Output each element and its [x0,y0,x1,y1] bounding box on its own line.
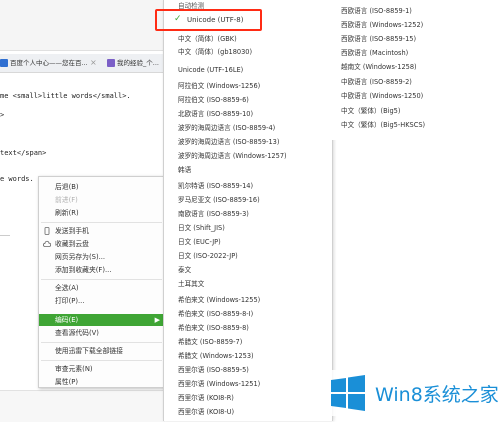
encoding-item[interactable]: 西里尔语 (KOI8-R) [178,392,234,402]
menu-item-select-all[interactable]: 全选(A) [39,282,164,294]
encoding-item[interactable]: 罗马尼亚文 (ISO-8859-16) [178,194,260,204]
windows-logo-icon [331,375,365,411]
encoding-item[interactable]: 泰文 [178,264,191,274]
divider [0,235,10,236]
encoding-item[interactable]: 越南文 (Windows-1258) [341,61,417,71]
tab-close-icon[interactable]: × [90,58,97,67]
context-menu: 后退(B) 前进(F) 刷新(R) 发送到手机 收藏到云盘 网页另存为(S)..… [38,176,165,388]
menu-item-print[interactable]: 打印(P)... [39,295,164,307]
encoding-item[interactable]: 西欧语言 (ISO-8859-15) [341,33,416,43]
tab-label: 我的经验_个... [117,59,159,67]
encoding-item[interactable]: 希腊文 (ISO-8859-7) [178,336,242,346]
menu-separator [41,360,162,361]
encoding-item[interactable]: 希伯来文 (ISO-8859-8) [178,322,249,332]
code-line: e words. [0,175,34,183]
menu-item-forward: 前进(F) [55,196,78,204]
encoding-item[interactable]: 中文（繁体）(Big5) [341,105,400,115]
menu-item-send-to-phone[interactable]: 发送到手机 [39,225,164,237]
encoding-item[interactable]: 西欧语言 (Windows-1252) [341,19,423,29]
encoding-item[interactable]: 中欧语言 (ISO-8859-2) [341,76,412,86]
encoding-item[interactable]: 中文（简体）(GBK) [178,33,237,43]
encoding-item[interactable]: 西欧语言 (ISO-8859-1) [341,5,412,15]
menu-separator [41,279,162,280]
encoding-item[interactable]: 西里尔语 (ISO-8859-5) [178,364,249,374]
menu-item-refresh[interactable]: 刷新(R) [39,207,164,219]
highlight-box [155,9,262,31]
encoding-item[interactable]: 希伯来文 (ISO-8859-8-I) [178,308,253,318]
encoding-item[interactable]: 土耳其文 [178,278,204,288]
menu-item-properties[interactable]: 属性(P) [39,376,164,388]
encoding-item[interactable]: Unicode (UTF-16LE) [178,66,243,74]
encoding-item[interactable]: 北欧语言 (ISO-8859-10) [178,108,253,118]
menu-item-inspect[interactable]: 审查元素(N) [39,363,164,375]
menu-item-view-source[interactable]: 查看源代码(V) [39,327,164,339]
chevron-right-icon: ▶ [154,316,160,324]
status-bar [0,390,165,422]
encoding-item[interactable]: 中文（简体）(gb18030) [178,46,252,56]
encoding-item[interactable]: 西里尔语 (KOI8-U) [178,406,234,416]
encoding-item[interactable]: 西里尔语 (Windows-1251) [178,378,260,388]
menu-item-encoding[interactable]: 编码(E) ▶ [39,314,164,326]
encoding-item[interactable]: 波罗的海周边语言 (ISO-8859-4) [178,122,275,132]
phone-icon [43,227,51,235]
code-line: text</span> [0,149,47,157]
encoding-item[interactable]: 西欧语言 (Macintosh) [341,47,408,57]
cloud-icon [43,240,52,248]
encoding-item[interactable]: 日文 (Shift_JIS) [178,222,225,232]
menu-item-back[interactable]: 后退(B) [39,181,164,193]
menu-separator [41,222,162,223]
tab-label: 百度个人中心——您在百... [10,59,88,67]
encoding-item[interactable]: 阿拉伯文 (Windows-1256) [178,80,260,90]
baidu-favicon-icon [0,59,8,67]
menu-item-save-to-cloud[interactable]: 收藏到云盘 [39,238,164,250]
encoding-submenu: 自动检测 ✓ Unicode (UTF-8) 中文（简体）(GBK) 中文（简体）… [163,0,333,421]
experience-favicon-icon [107,59,115,67]
menu-separator [41,342,162,343]
encoding-item[interactable]: 日文 (ISO-2022-JP) [178,250,238,260]
watermark-text: Win8系统之家 [375,384,499,406]
browser-toolbar [0,0,165,51]
encoding-item[interactable]: 波罗的海周边语言 (ISO-8859-13) [178,136,279,146]
tab-my-experience[interactable]: 我的经验_个... [107,56,165,70]
encoding-item[interactable]: 中欧语言 (Windows-1250) [341,90,423,100]
tab-baidu-center[interactable]: 百度个人中心——您在百... [0,56,92,70]
encoding-item[interactable]: 日文 (EUC-JP) [178,236,221,246]
encoding-item[interactable]: 阿拉伯文 (ISO-8859-6) [178,94,249,104]
encoding-item[interactable]: 中文（繁体）(Big5-HKSCS) [341,119,425,129]
code-line: > [0,111,5,119]
menu-item-save-page-as[interactable]: 网页另存为(S)... [39,251,164,263]
encoding-item[interactable]: 凯尔特语 (ISO-8859-14) [178,180,253,190]
encoding-item[interactable]: 南欧语言 (ISO-8859-3) [178,208,249,218]
watermark: Win8系统之家 [327,370,499,416]
encoding-submenu-column-2: 西欧语言 (ISO-8859-1) 西欧语言 (Windows-1252) 西欧语言… [331,0,431,140]
encoding-item[interactable]: 波罗的海周边语言 (Windows-1257) [178,150,287,160]
code-line: me <small>little words</small>. [0,92,131,100]
encoding-item[interactable]: 韩语 [178,164,191,174]
tab-bar: 百度个人中心——您在百... 我的经验_个... [0,54,165,73]
menu-item-add-to-favorites[interactable]: 添加到收藏夹(F)... [39,264,164,276]
encoding-item[interactable]: 希腊文 (Windows-1253) [178,350,254,360]
menu-item-thunder-download[interactable]: 使用迅雷下载全部链接 [39,345,164,357]
encoding-item[interactable]: 希伯来文 (Windows-1255) [178,294,260,304]
